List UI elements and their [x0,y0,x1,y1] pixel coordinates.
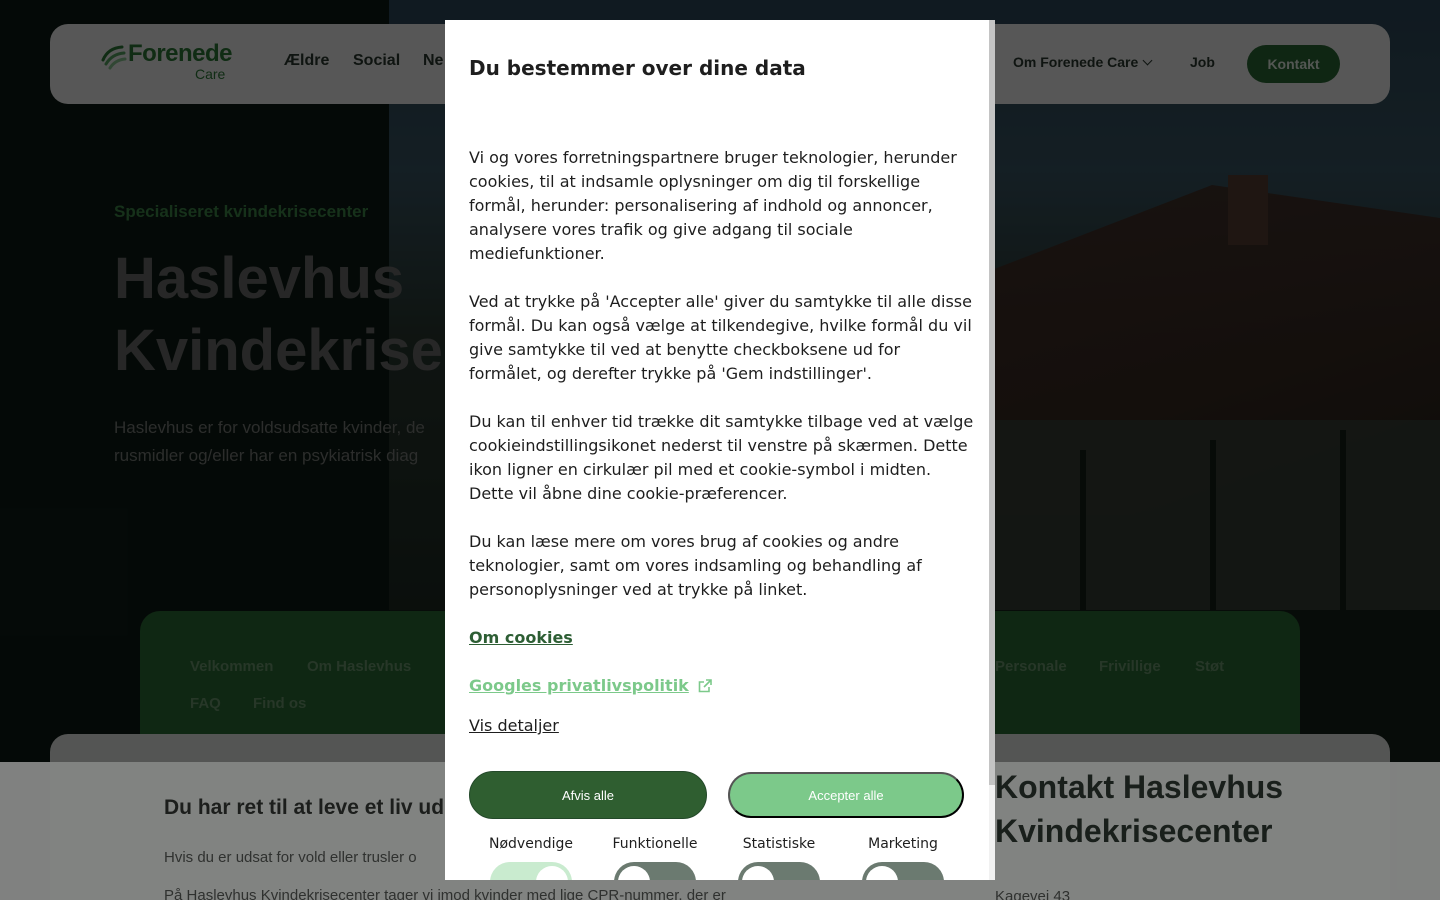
consent-paragraph: Ved at trykke på 'Accepter alle' giver d… [469,292,972,383]
consent-paragraph: Du kan til enhver tid trække dit samtykk… [469,412,974,503]
toggle-knob [536,866,568,880]
reject-all-button[interactable]: Afvis alle [469,771,707,819]
toggle-funktionelle[interactable] [614,862,696,880]
cookie-consent-dialog: Du bestemmer over dine data Vi og vores … [445,20,995,880]
category-label-marketing: Marketing [868,836,938,852]
category-label-statistiske: Statistiske [742,836,816,852]
om-cookies-link[interactable]: Om cookies [469,628,573,647]
google-privacy-link[interactable]: Googles privatlivspolitik [469,676,713,695]
toggle-knob [742,866,774,880]
consent-paragraph: Vi og vores forretningspartnere bruger t… [469,148,957,263]
vis-detaljer-link[interactable]: Vis detaljer [469,716,559,735]
toggle-knob [618,866,650,880]
category-label-funktionelle: Funktionelle [612,836,698,852]
toggle-statistiske[interactable] [738,862,820,880]
toggle-noedvendige[interactable] [490,862,572,880]
accept-all-button[interactable]: Accepter alle [728,772,964,818]
external-link-icon [698,678,712,692]
consent-paragraph: Du kan læse mere om vores brug af cookie… [469,532,922,599]
category-label-noedvendige: Nødvendige [489,836,573,852]
modal-body: Vi og vores forretningspartnere bruger t… [469,146,974,626]
modal-title: Du bestemmer over dine data [469,56,806,80]
toggle-marketing[interactable] [862,862,944,880]
toggle-knob [866,866,898,880]
google-privacy-label: Googles privatlivspolitik [469,676,689,695]
modal-scrollbar-thumb[interactable] [989,20,995,785]
